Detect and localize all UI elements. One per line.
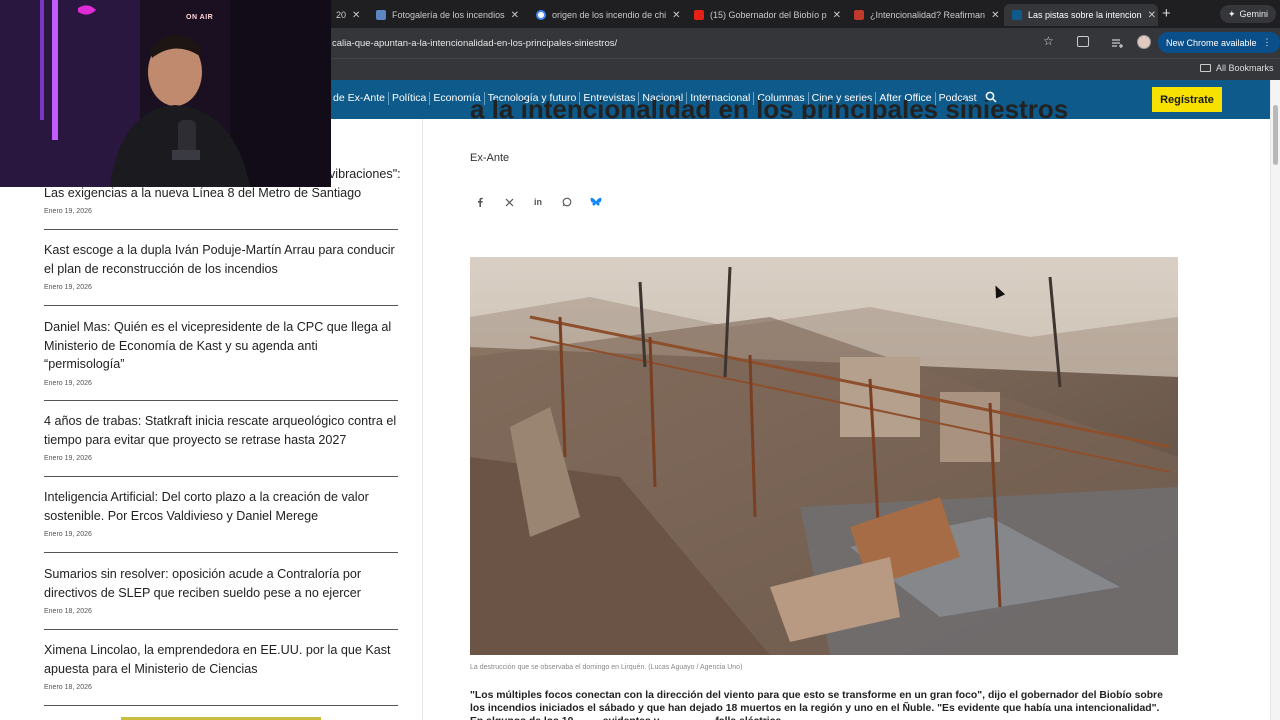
profile-avatar[interactable] <box>1137 35 1151 49</box>
list-item[interactable]: Ximena Lincolao, la emprendedora en EE.U… <box>44 641 398 691</box>
divider <box>44 229 398 230</box>
photo-caption: La destrucción que se observaba el domin… <box>470 664 743 671</box>
tab-label: ¿Intencionalidad? Reafirman <box>870 10 986 20</box>
close-icon[interactable]: ✕ <box>1148 10 1156 21</box>
more-menu-icon[interactable]: ⋮ <box>1263 37 1272 48</box>
sidebar-item-date: Enero 18, 2026 <box>44 608 92 615</box>
gemini-button[interactable]: ✦ Gemini <box>1220 5 1277 23</box>
url-text: calia-que-apuntan-a-la-intencionalidad-e… <box>332 37 618 49</box>
sidebar-item-title[interactable]: Kast escoge a la dupla Iván Poduje-Martí… <box>44 241 398 278</box>
list-item[interactable]: Sumarios sin resolver: oposición acude a… <box>44 565 398 615</box>
sidebar-item-title[interactable]: Inteligencia Artificial: Del corto plazo… <box>44 488 398 525</box>
tab-1[interactable]: 20 ✕ <box>328 4 366 26</box>
bookmark-star-icon[interactable]: ☆ <box>1043 34 1054 48</box>
nav-item-about[interactable]: de Ex-Ante <box>330 92 389 105</box>
tab-label: Las pistas sobre la intencion <box>1028 10 1142 20</box>
tab-2[interactable]: Fotogalería de los incendios ✕ <box>368 4 526 26</box>
all-bookmarks-label: All Bookmarks <box>1216 63 1274 73</box>
reading-list-icon[interactable] <box>1111 36 1123 48</box>
sidebar-item-title[interactable]: Daniel Mas: Quién es el vicepresidente d… <box>44 318 398 374</box>
article-lede: "Los múltiples focos conectan con la dir… <box>470 690 1163 720</box>
tab-4[interactable]: (15) Gobernador del Biobío p ✕ <box>686 4 844 26</box>
article-headline: a la intencionalidad en los principales … <box>470 100 1068 119</box>
tab-label: 20 <box>336 10 347 20</box>
divider <box>44 629 398 630</box>
divider <box>44 705 398 706</box>
scrollbar-thumb[interactable] <box>1273 105 1278 165</box>
headline-text: a la intencionalidad en los principales … <box>470 100 1069 119</box>
youtube-icon <box>694 10 704 20</box>
all-bookmarks-button[interactable]: All Bookmarks <box>1200 63 1274 73</box>
close-icon[interactable]: ✕ <box>833 10 841 21</box>
sidebar-item-date: Enero 19, 2026 <box>44 531 92 538</box>
article-author[interactable]: Ex-Ante <box>470 152 509 164</box>
divider <box>44 305 398 306</box>
tab-3[interactable]: origen de los incendio de chi ✕ <box>528 4 684 26</box>
sidebar-item-date: Enero 18, 2026 <box>44 684 92 691</box>
scrollbar[interactable] <box>1270 80 1280 720</box>
sidebar-item-date: Enero 19, 2026 <box>44 379 92 387</box>
update-chrome-button[interactable]: New Chrome available ⋮ <box>1158 32 1280 53</box>
tab-5[interactable]: ¿Intencionalidad? Reafirman ✕ <box>846 4 1000 26</box>
bluesky-icon[interactable] <box>586 192 606 212</box>
list-item[interactable]: Kast escoge a la dupla Iván Poduje-Martí… <box>44 241 398 291</box>
close-icon[interactable]: ✕ <box>352 10 360 21</box>
whatsapp-icon[interactable] <box>557 192 577 212</box>
close-icon[interactable]: ✕ <box>991 10 999 21</box>
sidebar-item-title[interactable]: Ximena Lincolao, la emprendedora en EE.U… <box>44 641 398 678</box>
news-favicon-icon <box>854 10 864 20</box>
on-air-sign: ON AIR <box>186 14 214 21</box>
image-favicon-icon <box>376 10 386 20</box>
divider <box>44 476 398 477</box>
cast-icon[interactable] <box>1077 36 1089 47</box>
linkedin-icon[interactable]: in <box>528 192 548 212</box>
tab-label: Fotogalería de los incendios <box>392 10 505 20</box>
nav-item-politica[interactable]: Política <box>389 92 431 105</box>
register-button[interactable]: Regístrate <box>1152 87 1222 112</box>
sidebar-item-date: Enero 19, 2026 <box>44 208 92 215</box>
gemini-label: Gemini <box>1239 9 1269 19</box>
tab-label: origen de los incendio de chi <box>552 10 667 20</box>
sparkle-icon: ✦ <box>1228 8 1236 19</box>
sidebar-item-date: Enero 19, 2026 <box>44 455 92 462</box>
divider <box>44 552 398 553</box>
tab-active[interactable]: Las pistas sobre la intencion ✕ <box>1004 4 1158 26</box>
sidebar-item-title[interactable]: Sumarios sin resolver: oposición acude a… <box>44 565 398 602</box>
list-item[interactable]: 4 años de trabas: Statkraft inicia resca… <box>44 412 398 462</box>
sidebar-item-title[interactable]: 4 años de trabas: Statkraft inicia resca… <box>44 412 398 449</box>
column-divider <box>422 119 423 720</box>
list-item[interactable]: Inteligencia Artificial: Del corto plazo… <box>44 488 398 538</box>
close-icon[interactable]: ✕ <box>672 10 680 21</box>
folder-icon <box>1200 64 1211 72</box>
sidebar-item-date: Enero 19, 2026 <box>44 284 92 291</box>
new-tab-button[interactable]: + <box>1162 5 1171 22</box>
webcam-overlay: ON AIR <box>0 0 331 187</box>
tab-label: (15) Gobernador del Biobío p <box>710 10 827 20</box>
google-icon <box>536 10 546 20</box>
share-bar: in <box>470 192 606 212</box>
address-bar[interactable]: calia-que-apuntan-a-la-intencionalidad-e… <box>330 32 1060 54</box>
list-item[interactable]: Daniel Mas: Quién es el vicepresidente d… <box>44 318 398 387</box>
facebook-icon[interactable] <box>470 192 490 212</box>
x-icon[interactable] <box>499 192 519 212</box>
exante-favicon-icon <box>1012 10 1022 20</box>
article-photo <box>470 257 1178 655</box>
update-label: New Chrome available <box>1166 37 1257 48</box>
divider <box>44 400 398 401</box>
close-icon[interactable]: ✕ <box>511 10 519 21</box>
